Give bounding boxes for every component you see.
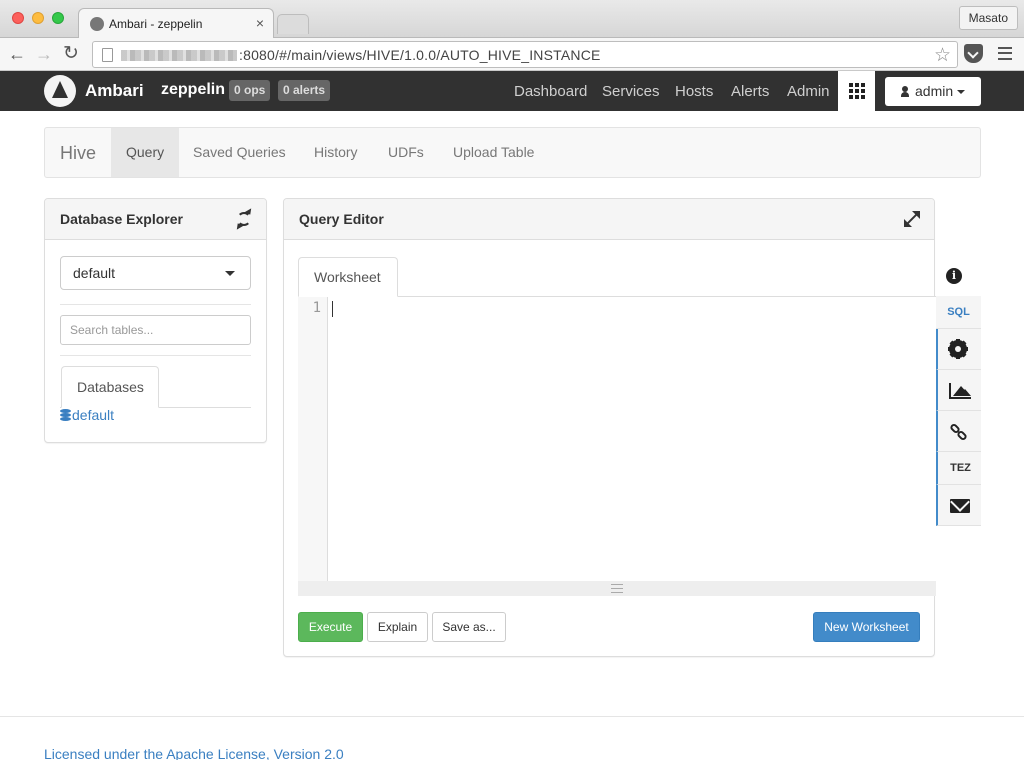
- bookmark-star-icon[interactable]: ☆: [934, 44, 951, 67]
- nav-admin[interactable]: Admin: [787, 83, 830, 100]
- envelope-icon: [950, 499, 970, 513]
- link-icon: [948, 422, 969, 442]
- line-number: 1: [312, 300, 321, 316]
- ambari-logo-icon[interactable]: [44, 75, 76, 107]
- expand-icon[interactable]: [904, 211, 920, 227]
- refresh-icon[interactable]: [237, 212, 251, 226]
- user-menu-button[interactable]: admin: [885, 77, 981, 106]
- side-info-button[interactable]: i: [936, 256, 981, 296]
- search-tables-input[interactable]: [60, 315, 251, 345]
- side-toolbar: i SQL TEZ: [936, 256, 981, 526]
- side-link-button[interactable]: [936, 411, 981, 452]
- back-arrow-icon[interactable]: ←: [8, 43, 26, 65]
- tab-saved-queries[interactable]: Saved Queries: [193, 128, 286, 177]
- side-notifications-button[interactable]: [936, 485, 981, 526]
- execute-button[interactable]: Execute: [298, 612, 363, 642]
- area-chart-icon: [949, 383, 971, 399]
- minimize-window-button[interactable]: [32, 12, 44, 24]
- cluster-name[interactable]: zeppelin: [161, 81, 225, 99]
- ambari-favicon-icon: [90, 17, 104, 31]
- editor-resize-handle[interactable]: [298, 581, 936, 596]
- side-visualization-button[interactable]: [936, 370, 981, 411]
- tab-close-icon[interactable]: ×: [256, 15, 264, 31]
- url-text[interactable]: :8080/#/main/views/HIVE/1.0.0/AUTO_HIVE_…: [239, 47, 601, 63]
- nav-hosts[interactable]: Hosts: [675, 83, 713, 100]
- close-window-button[interactable]: [12, 12, 24, 24]
- profile-button[interactable]: Masato: [958, 6, 1018, 30]
- views-menu-button[interactable]: [838, 71, 875, 111]
- browser-toolbar: ← → ↻ :8080/#/main/views/HIVE/1.0.0/AUTO…: [0, 38, 1024, 71]
- pocket-icon[interactable]: [964, 44, 983, 63]
- nav-dashboard[interactable]: Dashboard: [514, 83, 587, 100]
- query-editor-title: Query Editor: [299, 211, 384, 227]
- explain-button[interactable]: Explain: [367, 612, 428, 642]
- info-icon: i: [946, 268, 962, 284]
- side-tez-button[interactable]: TEZ: [936, 452, 981, 485]
- database-item-label: default: [72, 407, 115, 423]
- query-editor-heading: Query Editor: [284, 199, 934, 240]
- new-tab-button[interactable]: [277, 14, 309, 34]
- side-sql-button[interactable]: SQL: [936, 296, 981, 329]
- ops-badge[interactable]: 0 ops: [229, 80, 271, 101]
- sql-editor[interactable]: 1: [298, 297, 936, 581]
- browser-tab-bar: Ambari - zeppelin × Masato: [0, 0, 1024, 39]
- ambari-top-nav: Ambari zeppelin 0 ops 0 alerts Dashboard…: [0, 71, 1024, 111]
- license-link[interactable]: Licensed under the Apache License, Versi…: [44, 746, 344, 760]
- address-bar[interactable]: :8080/#/main/views/HIVE/1.0.0/AUTO_HIVE_…: [92, 41, 958, 68]
- tab-worksheet[interactable]: Worksheet: [298, 257, 398, 297]
- divider: [60, 304, 251, 305]
- database-explorer-title: Database Explorer: [60, 211, 183, 227]
- page-icon: [102, 48, 113, 62]
- database-explorer-panel: Database Explorer default Databases defa…: [44, 198, 267, 443]
- drag-handle-icon: [611, 584, 623, 593]
- database-select-value: default: [73, 265, 116, 281]
- editor-gutter: 1: [298, 297, 328, 581]
- grid-icon: [849, 83, 865, 99]
- query-editor-panel: Query Editor Worksheet 1 Execute Explain…: [283, 198, 936, 657]
- hive-subnav: Hive Query Saved Queries History UDFs Up…: [44, 127, 981, 178]
- caret-down-icon: [957, 90, 965, 94]
- database-icon: [60, 409, 71, 422]
- nav-services[interactable]: Services: [602, 83, 660, 100]
- nav-alerts[interactable]: Alerts: [731, 83, 769, 100]
- zoom-window-button[interactable]: [52, 12, 64, 24]
- browser-tab[interactable]: Ambari - zeppelin ×: [78, 8, 274, 39]
- side-settings-button[interactable]: [936, 329, 981, 370]
- tab-upload-table[interactable]: Upload Table: [453, 128, 534, 177]
- reload-icon[interactable]: ↻: [63, 43, 79, 65]
- tab-databases-label: Databases: [77, 379, 144, 395]
- caret-down-icon: [225, 271, 235, 276]
- divider: [60, 355, 251, 356]
- footer-divider: [0, 716, 1024, 717]
- hamburger-menu-icon[interactable]: [998, 47, 1012, 60]
- url-host-redacted: [121, 50, 237, 61]
- user-name: admin: [915, 83, 954, 99]
- brand-name[interactable]: Ambari: [85, 81, 144, 101]
- text-cursor: [332, 301, 333, 317]
- database-explorer-heading: Database Explorer: [45, 199, 266, 240]
- tab-history[interactable]: History: [314, 128, 358, 177]
- tez-label: TEZ: [950, 462, 971, 474]
- user-icon: [901, 86, 909, 97]
- hive-brand[interactable]: Hive: [60, 143, 96, 164]
- browser-tab-title: Ambari - zeppelin: [109, 17, 203, 31]
- tab-databases[interactable]: Databases: [61, 366, 159, 408]
- alerts-badge[interactable]: 0 alerts: [278, 80, 331, 101]
- database-select[interactable]: default: [60, 256, 251, 290]
- forward-arrow-icon[interactable]: →: [35, 43, 53, 65]
- tab-udfs[interactable]: UDFs: [388, 128, 424, 177]
- sql-label: SQL: [947, 306, 970, 318]
- tab-query[interactable]: Query: [111, 128, 180, 177]
- tab-worksheet-label: Worksheet: [314, 269, 381, 285]
- gear-icon: [948, 339, 968, 359]
- new-worksheet-button[interactable]: New Worksheet: [813, 612, 920, 642]
- save-as-button[interactable]: Save as...: [432, 612, 506, 642]
